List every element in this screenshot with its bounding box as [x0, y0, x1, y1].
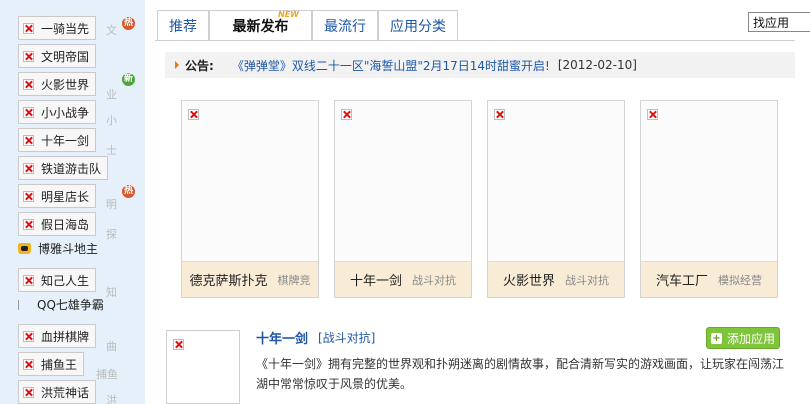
plus-icon: +: [711, 332, 722, 344]
game-name: 十年一剑: [349, 274, 402, 289]
announcement-bar: 公告: 《弹弹堂》双线二十一区"海誓山盟"2月17日14时甜蜜开启! [2012…: [165, 52, 795, 78]
broken-image-icon: [23, 162, 34, 174]
sidebar-item-game[interactable]: 知己人生: [18, 268, 97, 292]
sidebar-item-label: QQ七雄争霸: [37, 298, 104, 312]
sidebar-item-label: 博雅斗地主: [38, 242, 99, 256]
sidebar-item-game[interactable]: 博雅斗地主: [18, 240, 98, 257]
tab-label: 应用分类: [390, 18, 446, 35]
game-card-caption: 德克萨斯扑克 棋牌竞: [182, 261, 318, 297]
tab-label: 推荐: [169, 18, 197, 35]
sidebar-item-game[interactable]: 捕鱼王: [18, 352, 85, 376]
featured-game-title[interactable]: 十年一剑: [256, 328, 308, 347]
sidebar-item-label: 洪荒神话: [41, 385, 90, 400]
broken-image-icon: [23, 50, 34, 62]
sidebar-overlap-text: 知: [106, 286, 117, 299]
add-app-label: 添加应用: [727, 331, 776, 346]
announcement-date: [2012-02-10]: [557, 58, 637, 72]
sidebar-overlap-text: 文: [106, 24, 117, 37]
featured-game-category[interactable]: [战斗对抗]: [318, 329, 375, 346]
broken-image-icon: [647, 109, 658, 120]
game-card-caption: 火影世界 战斗对抗: [488, 261, 624, 297]
featured-game-image[interactable]: [166, 330, 240, 404]
sidebar-item-label: 小小战争: [41, 105, 90, 120]
sidebar-item-game[interactable]: 十年一剑: [18, 128, 97, 152]
broken-image-icon: [23, 106, 34, 118]
tab-recommend[interactable]: 推荐: [157, 10, 209, 40]
sidebar-overlap-text: 明: [106, 198, 117, 211]
sidebar-overlap-text: 小: [106, 114, 117, 127]
broken-image-icon: [173, 339, 184, 350]
sidebar-item-label: 捕鱼王: [41, 357, 78, 372]
sidebar-item-game[interactable]: 小小战争: [18, 100, 97, 124]
game-card[interactable]: 火影世界 战斗对抗: [487, 100, 625, 298]
sidebar-item-game[interactable]: QQ七雄争霸: [18, 296, 104, 313]
featured-game-description: 《十年一剑》拥有完整的世界观和扑朔迷离的剧情故事，配合清新写实的游戏画面，让玩家…: [256, 357, 785, 391]
game-card[interactable]: 十年一剑 战斗对抗: [334, 100, 472, 298]
broken-image-icon: [23, 330, 34, 342]
game-card[interactable]: 德克萨斯扑克 棋牌竞: [181, 100, 319, 298]
sidebar-overlap-text: 探: [106, 228, 117, 241]
announcement-label: 公告:: [185, 58, 214, 73]
broken-image-icon: [23, 78, 34, 90]
sidebar-item-game[interactable]: 一骑当先: [18, 16, 97, 40]
sidebar-item-game[interactable]: 假日海岛: [18, 212, 97, 236]
broken-image-icon: [188, 109, 199, 120]
sidebar: 文 业 小 士 明 探 知 曲 捕鱼 洪 一骑当先 热 文明帝国 火影世界 新 …: [0, 0, 145, 404]
sidebar-item-label: 铁道游击队: [41, 161, 102, 176]
sidebar-item-game[interactable]: 文明帝国: [18, 44, 97, 68]
broken-image-icon: [341, 109, 352, 120]
game-category: 战斗对抗: [565, 273, 609, 287]
tab-label: 最流行: [324, 18, 366, 35]
broken-image-icon: [23, 386, 34, 398]
sidebar-item-label: 文明帝国: [41, 49, 90, 64]
arrow-icon: [175, 61, 179, 69]
sidebar-item-label: 假日海岛: [41, 217, 90, 232]
broken-image-icon: [494, 109, 505, 120]
broken-image-icon: [23, 218, 34, 230]
sidebar-overlap-text: 洪: [106, 394, 117, 404]
tab-popular[interactable]: 最流行: [312, 10, 378, 40]
sidebar-overlap-text: 业: [106, 88, 117, 101]
sidebar-item-label: 知己人生: [41, 273, 90, 288]
sidebar-item-game[interactable]: 洪荒神话: [18, 380, 97, 404]
new-tag: NEW: [278, 10, 299, 19]
sidebar-item-game[interactable]: 火影世界: [18, 72, 97, 96]
sidebar-item-game[interactable]: 血拼棋牌: [18, 324, 97, 348]
game-card-caption: 汽车工厂 模拟经营: [641, 261, 777, 297]
sidebar-item-game[interactable]: 铁道游击队: [18, 156, 109, 180]
search-input[interactable]: [748, 12, 810, 32]
game-card[interactable]: 汽车工厂 模拟经营: [640, 100, 778, 298]
sidebar-item-game[interactable]: 明星店长: [18, 184, 97, 208]
sidebar-item-label: 血拼棋牌: [41, 329, 90, 344]
hot-badge: 热: [122, 17, 135, 30]
broken-image-icon: [23, 22, 34, 34]
game-category: 模拟经营: [718, 273, 762, 287]
broken-image-icon: [23, 274, 34, 286]
broken-image-icon: [23, 134, 34, 146]
broken-image-icon: [23, 190, 34, 202]
tab-categories[interactable]: 应用分类: [378, 10, 458, 40]
game-card-caption: 十年一剑 战斗对抗: [335, 261, 471, 297]
game-category: 战斗对抗: [412, 273, 456, 287]
sidebar-item-label: 火影世界: [41, 77, 90, 92]
game-name: 火影世界: [502, 274, 555, 289]
game-name: 汽车工厂: [655, 274, 708, 289]
sidebar-overlap-text: 曲: [106, 340, 117, 353]
qq-icon: [18, 299, 29, 310]
crown-icon: [18, 243, 31, 254]
announcement-link[interactable]: 《弹弹堂》双线二十一区"海誓山盟"2月17日14时甜蜜开启!: [232, 57, 550, 74]
broken-image-icon: [23, 358, 34, 370]
game-name: 德克萨斯扑克: [189, 274, 268, 289]
new-badge: 新: [122, 73, 135, 86]
game-category: 棋牌竞: [277, 273, 311, 287]
sidebar-item-label: 一骑当先: [41, 21, 90, 36]
hot-badge: 热: [122, 185, 135, 198]
sidebar-overlap-text: 捕鱼: [96, 368, 118, 381]
tab-divider: [155, 40, 795, 41]
sidebar-item-label: 明星店长: [41, 189, 90, 204]
add-app-button[interactable]: + 添加应用: [706, 327, 780, 349]
sidebar-item-label: 十年一剑: [41, 133, 90, 148]
